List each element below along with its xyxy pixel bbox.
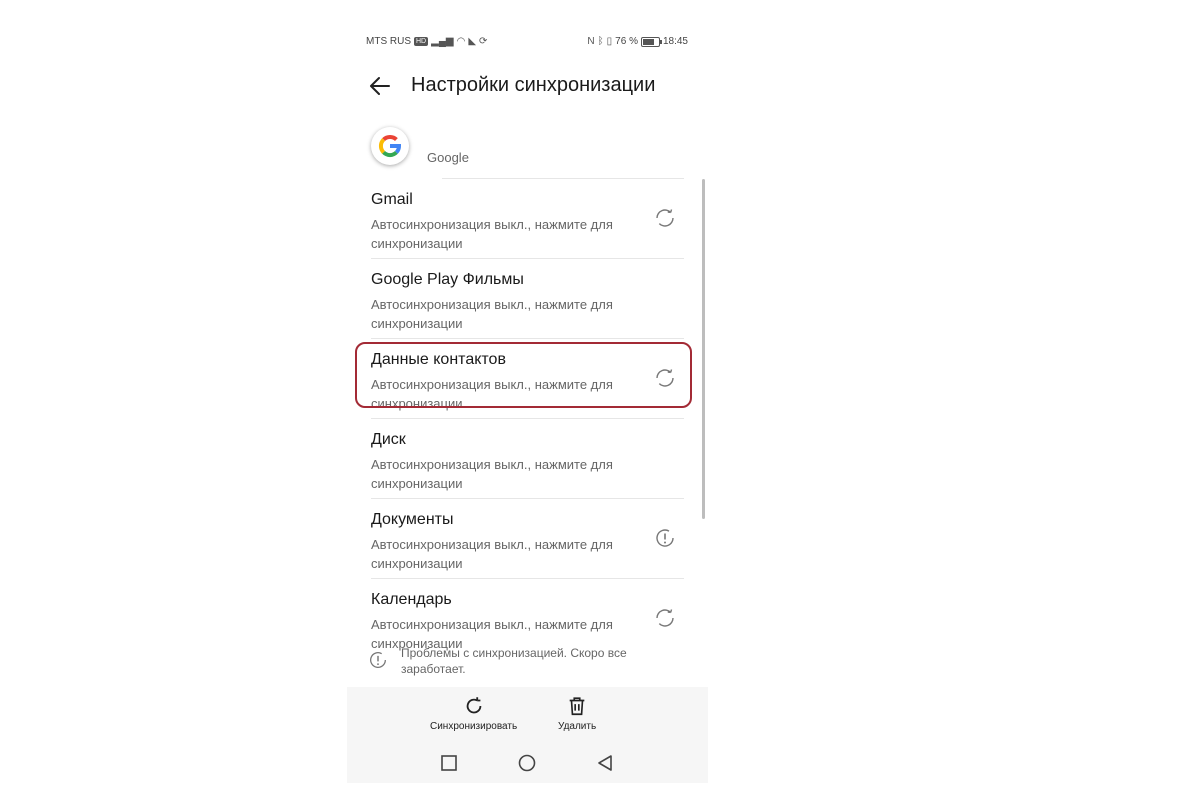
warning-text: Проблемы с синхронизацией. Скоро все зар… xyxy=(401,646,627,676)
header: Настройки синхронизации xyxy=(347,71,708,101)
sync-now-label: Синхронизировать xyxy=(430,721,518,732)
recent-apps-button[interactable] xyxy=(437,751,461,775)
sync-now-button[interactable]: Синхронизировать xyxy=(430,695,517,732)
circle-icon xyxy=(518,754,536,772)
google-logo-icon xyxy=(371,127,409,165)
signal-icon: ▂▄▆ xyxy=(431,36,454,47)
sync-warning: Проблемы с синхронизацией. Скоро все зар… xyxy=(347,641,708,681)
item-subtitle: Автосинхронизация выкл., нажмите для син… xyxy=(371,537,613,571)
bottom-bar: Синхронизировать Удалить xyxy=(347,687,708,783)
item-title: Календарь xyxy=(371,591,452,608)
item-subtitle: Автосинхронизация выкл., нажмите для син… xyxy=(371,457,613,491)
item-title: Документы xyxy=(371,511,454,528)
sync-item-docs[interactable]: Документы Автосинхронизация выкл., нажми… xyxy=(347,499,693,579)
sync-item-drive[interactable]: Диск Автосинхронизация выкл., нажмите дл… xyxy=(347,419,693,499)
triangle-back-icon xyxy=(598,755,612,771)
sync-icon xyxy=(656,609,674,627)
account-name: Google xyxy=(427,150,469,165)
carrier-name: MTS RUS xyxy=(366,36,411,47)
item-title: Диск xyxy=(371,431,406,448)
back-button[interactable] xyxy=(367,74,393,98)
alert-icon xyxy=(656,529,674,547)
item-title: Данные контактов xyxy=(371,351,506,368)
battery-icon xyxy=(640,36,662,47)
hd-badge: HD xyxy=(414,37,429,46)
sync-icon xyxy=(656,369,674,387)
delete-button[interactable]: Удалить xyxy=(558,695,596,732)
sync-item-google-play-movies[interactable]: Google Play Фильмы Автосинхронизация вык… xyxy=(347,259,693,339)
status-bar: MTS RUS HD ▂▄▆ ◠ ◣ ⟳ N ᛒ ▯ 76 % 18:45 xyxy=(347,36,708,52)
page-title: Настройки синхронизации xyxy=(411,74,656,96)
trash-icon xyxy=(569,697,585,716)
square-icon xyxy=(441,755,457,771)
phone-screen: MTS RUS HD ▂▄▆ ◠ ◣ ⟳ N ᛒ ▯ 76 % 18:45 На… xyxy=(347,27,708,783)
home-button[interactable] xyxy=(515,751,539,775)
item-subtitle: Автосинхронизация выкл., нажмите для син… xyxy=(371,297,613,331)
bluetooth-icon: ᛒ xyxy=(597,36,604,47)
item-title: Google Play Фильмы xyxy=(371,271,524,288)
sync-item-contacts[interactable]: Данные контактов Автосинхронизация выкл.… xyxy=(347,339,693,419)
item-title: Gmail xyxy=(371,191,413,208)
arrow-left-icon xyxy=(370,77,390,95)
wifi-icon: ◠ xyxy=(456,36,466,47)
item-subtitle: Автосинхронизация выкл., нажмите для син… xyxy=(371,377,613,411)
location-icon: ◣ xyxy=(468,36,477,47)
battery-percent: 76 % xyxy=(615,36,638,47)
sync-status-icon: ⟳ xyxy=(479,36,488,47)
nav-back-button[interactable] xyxy=(593,751,617,775)
sync-icon xyxy=(466,697,481,714)
navigation-bar xyxy=(347,751,708,775)
alert-icon xyxy=(370,652,386,668)
scrollbar[interactable] xyxy=(702,179,705,519)
nfc-icon: N xyxy=(587,36,595,47)
item-subtitle: Автосинхронизация выкл., нажмите для син… xyxy=(371,217,613,251)
vibrate-icon: ▯ xyxy=(606,36,613,47)
sync-item-gmail[interactable]: Gmail Автосинхронизация выкл., нажмите д… xyxy=(347,179,693,259)
sync-icon xyxy=(656,209,674,227)
clock: 18:45 xyxy=(662,36,688,47)
delete-label: Удалить xyxy=(558,721,597,732)
